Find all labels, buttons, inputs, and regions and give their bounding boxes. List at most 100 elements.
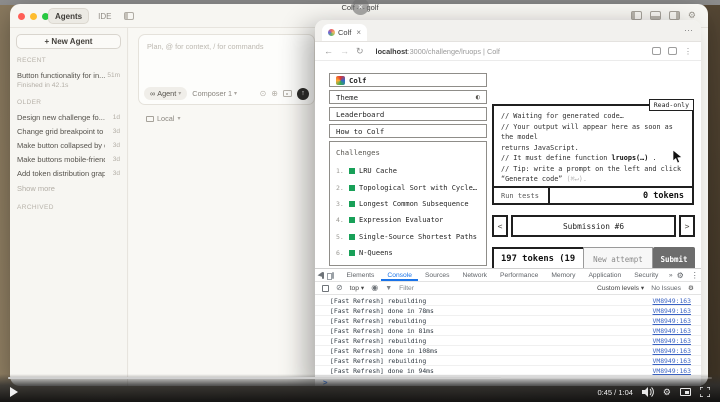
reload-icon[interactable]: ↻ bbox=[356, 46, 364, 57]
toggle-bottom-panel-icon[interactable] bbox=[650, 11, 661, 20]
how-to-menu-item[interactable]: How to Colf bbox=[329, 124, 487, 138]
console-output: [Fast Refresh] rebuilding VM8949:163 [Fa… bbox=[315, 296, 701, 386]
agent-list-item[interactable]: Design new challenge fo...1d bbox=[15, 110, 122, 124]
toggle-left-panel-icon[interactable] bbox=[631, 11, 642, 20]
console-source-link[interactable]: VM8949:163 bbox=[653, 307, 691, 315]
layout-toggle-icon[interactable] bbox=[124, 12, 134, 20]
console-message: [Fast Refresh] done in 108ms VM8949:163 bbox=[315, 346, 701, 356]
composer-toolbar: ∞ Agent ▾ Composer 1 ▾ ⊙ ⊕ ↑ bbox=[144, 87, 309, 100]
console-message: [Fast Refresh] rebuilding VM8949:163 bbox=[315, 296, 701, 306]
more-tabs-icon[interactable]: » bbox=[665, 272, 677, 279]
devtools-tab[interactable]: Sources bbox=[418, 269, 456, 281]
agent-list-item[interactable]: Make buttons mobile-friend...3d bbox=[15, 152, 122, 166]
extensions-icon[interactable] bbox=[668, 47, 677, 55]
browser-toolbar: ← → ↻ localhost:3000/challenge/lruops | … bbox=[315, 42, 701, 61]
image-icon[interactable] bbox=[283, 90, 292, 97]
colf-logo-cell[interactable]: Colf bbox=[329, 73, 487, 87]
challenge-item[interactable]: 1. LRU Cache bbox=[336, 163, 480, 179]
browser-tab-colf[interactable]: Colf × bbox=[322, 24, 367, 41]
agents-sidebar: + New Agent RECENT Button functionality … bbox=[10, 28, 128, 386]
clear-console-icon[interactable]: ⊘ bbox=[336, 284, 343, 292]
device-toolbar-icon[interactable] bbox=[332, 272, 334, 279]
screen: Agents IDE ⚙ + New Agent RECENT Button f… bbox=[0, 0, 720, 402]
challenge-status-icon bbox=[349, 234, 355, 240]
devtools-tab[interactable]: Security bbox=[628, 269, 665, 281]
leaderboard-menu-item[interactable]: Leaderboard bbox=[329, 107, 487, 121]
back-icon[interactable]: ← bbox=[324, 46, 333, 56]
agent-list-item[interactable]: Change grid breakpoint to l...3d bbox=[15, 124, 122, 138]
devtools-tab[interactable]: Network bbox=[456, 269, 494, 281]
devtools-tab[interactable]: Memory bbox=[545, 269, 582, 281]
agent-list-item[interactable]: Make button collapsed by d...3d bbox=[15, 138, 122, 152]
challenge-item[interactable]: 2. Topological Sort with Cycle… bbox=[336, 179, 480, 195]
address-bar[interactable]: localhost:3000/challenge/lruops | Colf bbox=[376, 47, 645, 56]
colf-sidebar: Colf Theme ◐ Leaderboard How to Colf Cha… bbox=[329, 73, 487, 266]
video-settings-icon[interactable]: ⚙ bbox=[663, 387, 671, 398]
share-icon[interactable] bbox=[652, 47, 661, 55]
eye-icon[interactable]: ◉ bbox=[371, 284, 378, 292]
devtools-settings-icon[interactable]: ⚙ bbox=[677, 271, 684, 280]
picture-in-picture-icon[interactable] bbox=[680, 388, 691, 396]
challenge-item[interactable]: 3. Longest Common Subsequence bbox=[336, 196, 480, 212]
console-source-link[interactable]: VM8949:163 bbox=[653, 327, 691, 335]
close-window-button[interactable] bbox=[18, 13, 25, 20]
mouse-cursor bbox=[672, 149, 683, 164]
agent-list-item[interactable]: Button functionality for in...51m bbox=[15, 68, 122, 82]
next-submission-button[interactable]: > bbox=[679, 215, 695, 237]
challenge-item[interactable]: 5. Single-Source Shortest Paths bbox=[336, 229, 480, 245]
colf-page: Colf Theme ◐ Leaderboard How to Colf Cha… bbox=[315, 62, 701, 268]
composer-input[interactable]: Plan, @ for context, / for commands ∞ Ag… bbox=[138, 34, 315, 105]
devtools-tab[interactable]: Console bbox=[381, 269, 419, 281]
agent-list-item[interactable]: Add token distribution grap...3d bbox=[15, 166, 122, 180]
devtools-kebab-icon[interactable]: ⋮ bbox=[691, 271, 699, 280]
console-source-link[interactable]: VM8949:163 bbox=[653, 357, 691, 365]
challenge-item[interactable]: 6. N-Queens bbox=[336, 245, 480, 261]
settings-icon[interactable]: ⊙ bbox=[260, 90, 267, 98]
browser-menu-icon[interactable]: ⋮ bbox=[684, 47, 692, 56]
tabstrip-menu-icon[interactable]: ⋯ bbox=[684, 25, 693, 36]
log-levels-dropdown[interactable]: Custom levels ▾ bbox=[597, 284, 644, 292]
fullscreen-icon[interactable] bbox=[700, 387, 710, 397]
theme-menu-item[interactable]: Theme ◐ bbox=[329, 90, 487, 104]
inspect-element-icon[interactable] bbox=[322, 272, 324, 279]
send-button[interactable]: ↑ bbox=[297, 88, 309, 100]
minimize-window-button[interactable] bbox=[30, 13, 37, 20]
volume-icon[interactable] bbox=[642, 387, 654, 397]
console-settings-icon[interactable]: ⚙ bbox=[688, 284, 694, 292]
devtools-tab[interactable]: Performance bbox=[494, 269, 545, 281]
console-source-link[interactable]: VM8949:163 bbox=[653, 297, 691, 305]
agent-mode-pill[interactable]: ∞ Agent ▾ bbox=[144, 87, 187, 100]
older-agent-list: Design new challenge fo...1d Change grid… bbox=[15, 110, 122, 180]
new-agent-button[interactable]: + New Agent bbox=[16, 34, 121, 49]
tab-close-icon[interactable]: × bbox=[356, 28, 361, 37]
console-message: [Fast Refresh] done in 81ms VM8949:163 bbox=[315, 326, 701, 336]
composer-selector[interactable]: Composer 1 ▾ bbox=[192, 89, 237, 98]
theme-toggle-icon[interactable]: ◐ bbox=[476, 93, 480, 101]
show-more-link[interactable]: Show more bbox=[15, 180, 122, 197]
prev-submission-button[interactable]: < bbox=[492, 215, 508, 237]
video-progress-bar[interactable] bbox=[8, 377, 712, 379]
console-source-link[interactable]: VM8949:163 bbox=[653, 337, 691, 345]
forward-icon[interactable]: → bbox=[340, 46, 349, 56]
mention-icon[interactable]: ⊕ bbox=[271, 90, 278, 98]
devtools-tab[interactable]: Application bbox=[582, 269, 628, 281]
toggle-right-panel-icon[interactable] bbox=[669, 11, 680, 20]
console-sidebar-icon[interactable] bbox=[322, 285, 329, 292]
console-source-link[interactable]: VM8949:163 bbox=[653, 347, 691, 355]
challenges-label: Challenges bbox=[336, 148, 480, 157]
context-selector[interactable]: top ▾ bbox=[350, 284, 365, 292]
challenge-item[interactable]: 4. Expression Evaluator bbox=[336, 212, 480, 228]
issues-counter[interactable]: No Issues bbox=[651, 285, 681, 292]
console-source-link[interactable]: VM8949:163 bbox=[653, 317, 691, 325]
editor-status-bar: Run tests 0 tokens bbox=[494, 186, 692, 203]
console-message: [Fast Refresh] rebuilding VM8949:163 bbox=[315, 316, 701, 326]
devtools-tab[interactable]: Elements bbox=[340, 269, 381, 281]
gear-icon[interactable]: ⚙ bbox=[688, 11, 696, 20]
video-progress-played bbox=[8, 377, 501, 379]
filter-input[interactable]: Filter bbox=[399, 285, 414, 292]
window-controls bbox=[18, 13, 49, 20]
challenge-status-icon bbox=[349, 201, 355, 207]
play-button[interactable] bbox=[10, 387, 18, 397]
local-selector[interactable]: Local ▾ bbox=[146, 114, 180, 123]
run-tests-button[interactable]: Run tests bbox=[494, 188, 550, 203]
